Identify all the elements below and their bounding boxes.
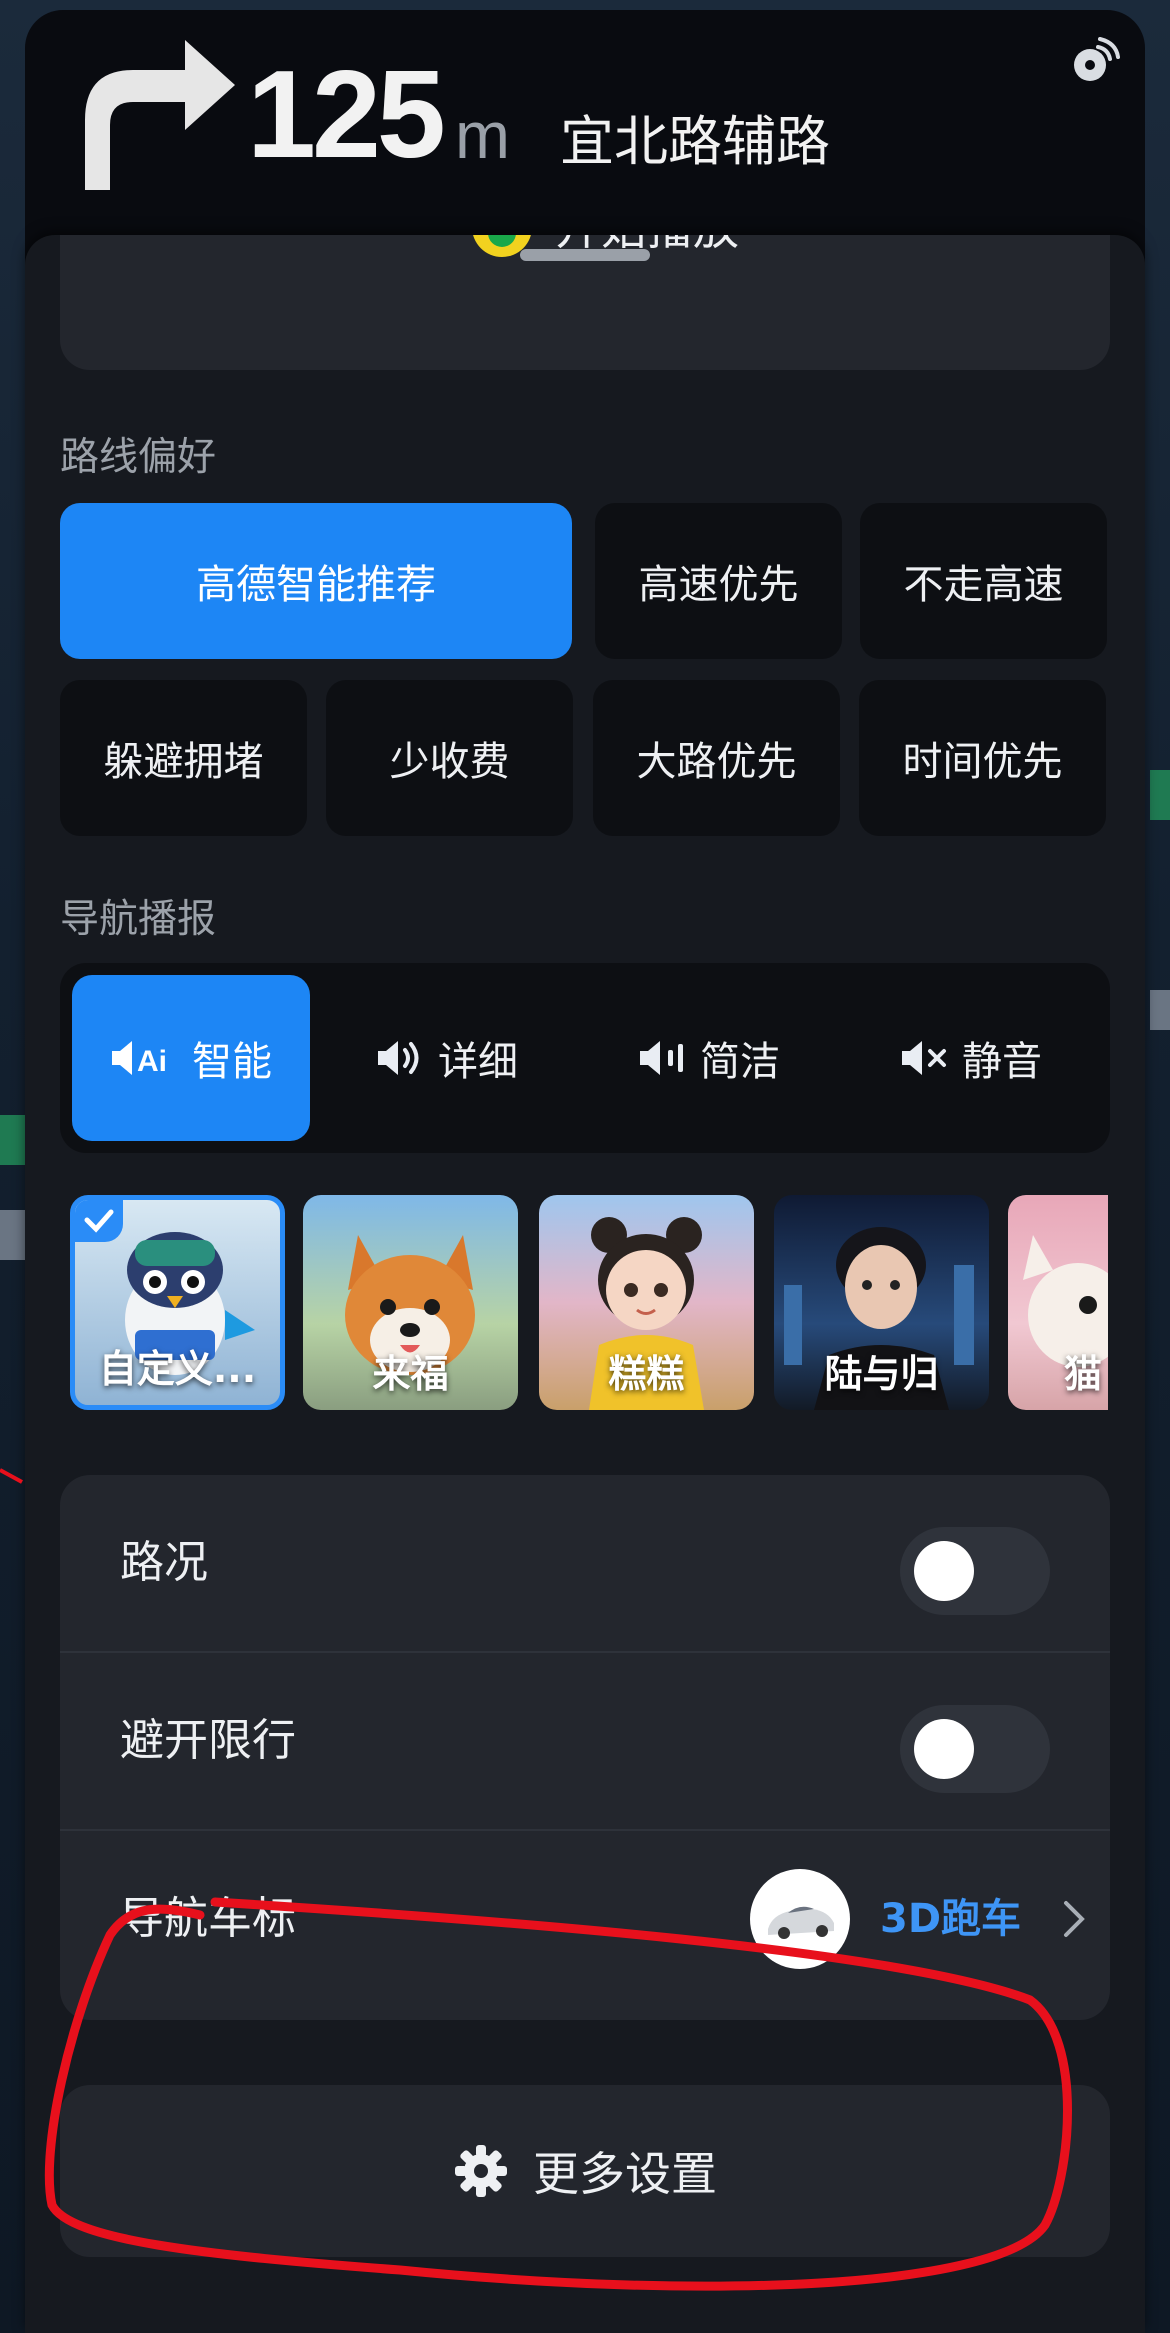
more-settings-button[interactable]: 更多设置	[60, 2085, 1110, 2257]
avoid-restriction-toggle[interactable]	[900, 1705, 1050, 1793]
navigation-settings-panel[interactable]: 开始播放 路线偏好 高德智能推荐 高速优先 不走高速 躲避拥堵 少收费 大路优先…	[25, 235, 1145, 2333]
broadcast-mode-selector: Ai 智能 详细 简洁 静音	[60, 963, 1110, 1153]
voice-name: 猫	[1063, 1352, 1102, 1396]
setting-label: 避开限行	[120, 1715, 296, 1766]
voice-avatar-gaogao[interactable]: 糕糕	[539, 1195, 754, 1410]
car-icon-value[interactable]: 3D跑车	[880, 1889, 1021, 1949]
route-preference-title: 路线偏好	[60, 435, 217, 480]
distance-unit: m	[455, 98, 510, 172]
route-option-avoid-highway[interactable]: 不走高速	[860, 503, 1107, 659]
map-road-segment	[0, 1210, 25, 1260]
setting-label: 路况	[120, 1537, 208, 1588]
broadcast-mode-label: 简洁	[700, 1039, 780, 1085]
voice-avatar-cat[interactable]: 猫	[1008, 1195, 1108, 1410]
speaker-low-icon	[640, 1041, 683, 1075]
car-model-thumbnail	[750, 1869, 850, 1969]
map-road-segment	[0, 1115, 25, 1165]
broadcast-mode-detailed[interactable]: 详细	[322, 975, 572, 1141]
turn-right-arrow-icon	[85, 40, 235, 190]
route-option-time-first[interactable]: 时间优先	[859, 680, 1106, 836]
navigation-screen: 125 m 宜北路辅路 开始播放 路线偏好 高德智能推荐 高速优先 不走高速 躲…	[0, 0, 1170, 2333]
map-road-segment	[1150, 770, 1170, 820]
broadcast-mode-concise[interactable]: 简洁	[584, 975, 834, 1141]
selected-check-icon	[75, 1200, 123, 1242]
chevron-right-icon[interactable]	[1060, 1897, 1090, 1941]
car-icon-setting-row[interactable]: 导航车标 3D跑车	[60, 1831, 1110, 2007]
map-road-segment	[1150, 990, 1170, 1030]
route-option-smart-recommend[interactable]: 高德智能推荐	[60, 503, 572, 659]
gear-icon	[455, 2145, 507, 2197]
next-road-name: 宜北路辅路	[560, 110, 830, 173]
voice-avatar-custom[interactable]: 自定义...	[70, 1195, 285, 1410]
more-settings-label: 更多设置	[533, 2147, 717, 2201]
voice-name: 糕糕	[608, 1352, 685, 1396]
distance-value: 125	[247, 46, 446, 184]
broadcast-title: 导航播报	[60, 897, 217, 942]
speaker-mute-icon	[902, 1041, 946, 1075]
drag-handle[interactable]	[520, 249, 650, 261]
avoid-restriction-setting-row[interactable]: 避开限行	[60, 1653, 1110, 1829]
broadcast-mode-label: 智能	[192, 1039, 272, 1085]
speaker-loud-icon	[378, 1041, 419, 1075]
broadcast-mode-mute[interactable]: 静音	[846, 975, 1096, 1141]
broadcast-mode-label: 静音	[962, 1039, 1042, 1085]
sports-car-icon	[768, 1906, 834, 1939]
voice-name: 自定义...	[98, 1347, 257, 1391]
voice-avatar-luyugui[interactable]: 陆与归	[774, 1195, 989, 1410]
traffic-setting-row[interactable]: 路况	[60, 1475, 1110, 1651]
route-option-avoid-congestion[interactable]: 躲避拥堵	[60, 680, 307, 836]
voice-name: 来福	[372, 1352, 449, 1396]
svg-text:Ai: Ai	[137, 1045, 167, 1078]
route-option-main-road-first[interactable]: 大路优先	[593, 680, 840, 836]
route-option-less-toll[interactable]: 少收费	[326, 680, 573, 836]
broadcast-mode-label: 详细	[438, 1039, 518, 1085]
broadcast-mode-smart[interactable]: Ai 智能	[72, 975, 310, 1141]
route-option-highway-first[interactable]: 高速优先	[595, 503, 842, 659]
setting-label: 导航车标	[120, 1893, 296, 1944]
satellite-dish-icon[interactable]	[1068, 35, 1120, 87]
traffic-toggle[interactable]	[900, 1527, 1050, 1615]
ai-speaker-icon: Ai	[112, 1041, 167, 1078]
settings-list: 路况 避开限行 导航车标 3D跑车	[60, 1475, 1110, 2020]
voice-name: 陆与归	[824, 1352, 939, 1396]
voice-avatar-laifu[interactable]: 来福	[303, 1195, 518, 1410]
